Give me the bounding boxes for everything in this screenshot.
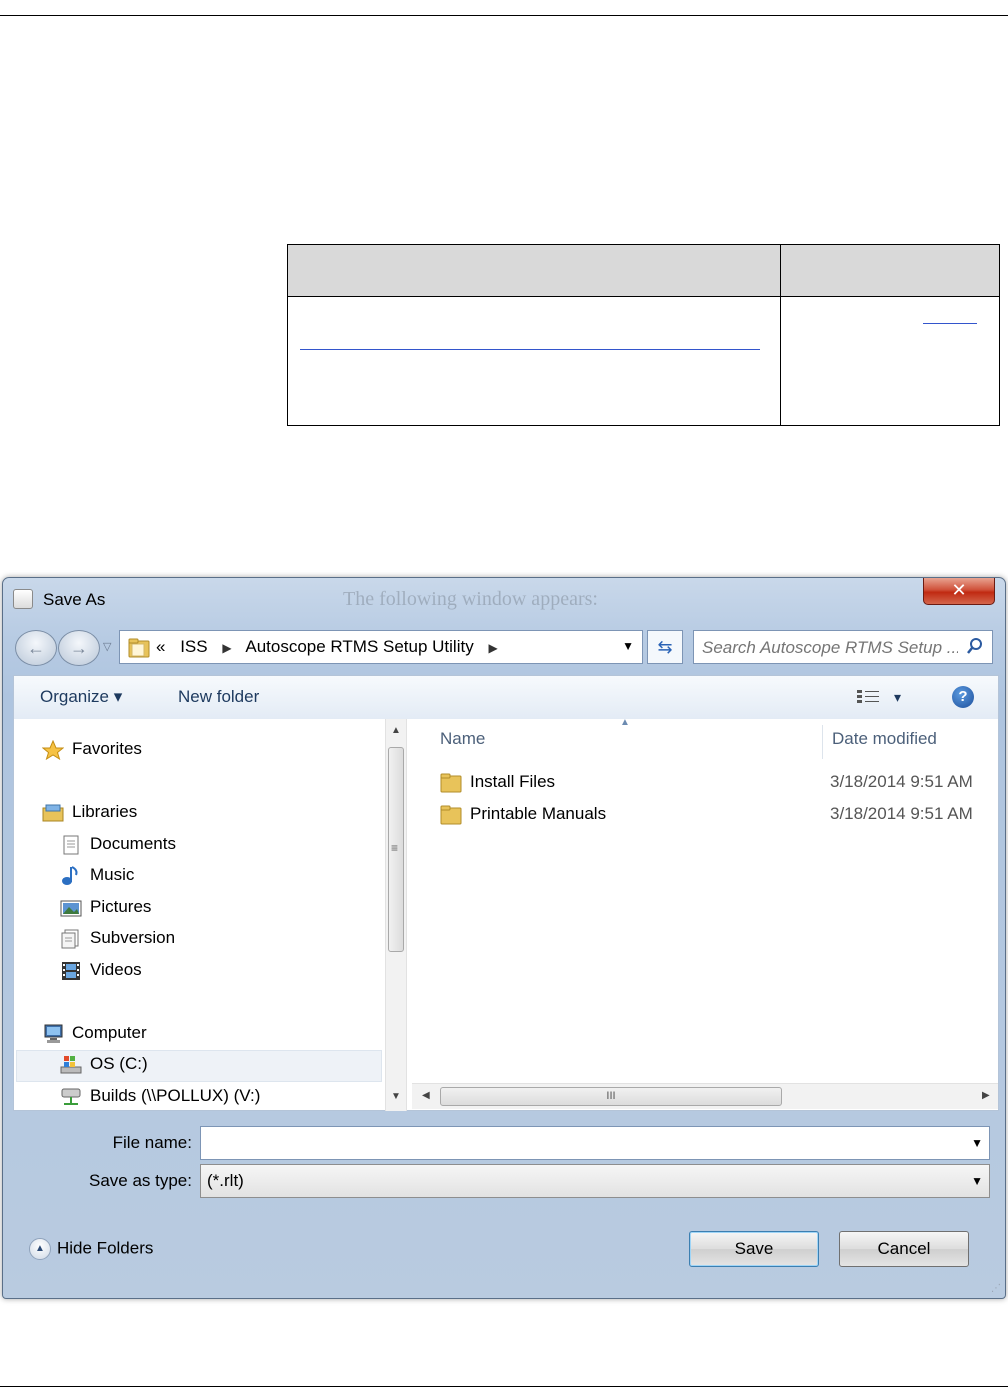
- nav-item-documents[interactable]: Documents: [60, 834, 176, 855]
- save-as-type-label: Save as type:: [88, 1171, 192, 1190]
- save-as-dialog: Save As The following window appears: ✕ …: [2, 577, 1006, 1299]
- file-date: 3/18/2014 9:51 AM: [830, 772, 973, 791]
- view-options-icon[interactable]: [856, 688, 880, 706]
- chevron-down-icon[interactable]: ▼: [622, 639, 634, 653]
- hyperlink-underline[interactable]: [923, 323, 977, 324]
- nav-item-os-drive[interactable]: OS (C:): [60, 1054, 148, 1075]
- nav-item-computer[interactable]: Computer: [42, 1023, 147, 1044]
- chevron-right-icon[interactable]: ▶: [222, 641, 231, 655]
- nav-item-videos[interactable]: Videos: [60, 960, 142, 981]
- top-rule: [0, 15, 1008, 16]
- nav-item-music[interactable]: Music: [60, 865, 134, 886]
- bottom-rule: [0, 1386, 1008, 1387]
- content-area: Favorites Libraries Documents Music Pict…: [13, 717, 999, 1111]
- search-icon[interactable]: [966, 637, 984, 655]
- hyperlink-underline[interactable]: [300, 349, 760, 350]
- hide-folders-button[interactable]: ▲ Hide Folders: [29, 1238, 153, 1260]
- breadcrumb-item-iss[interactable]: ISS: [180, 637, 207, 656]
- organize-button[interactable]: Organize ▾: [40, 687, 122, 707]
- search-box: [693, 630, 993, 664]
- document-table: [287, 244, 1000, 426]
- nav-item-pictures[interactable]: Pictures: [60, 897, 151, 918]
- column-divider[interactable]: [822, 725, 823, 759]
- column-header-date-modified[interactable]: Date modified: [832, 729, 937, 749]
- table-column-divider: [780, 245, 781, 425]
- folder-icon: [440, 805, 462, 825]
- file-name-combobox: ▼: [200, 1126, 990, 1160]
- refresh-button[interactable]: ⇆: [647, 630, 683, 664]
- cancel-button[interactable]: Cancel: [839, 1231, 969, 1267]
- libraries-icon: [42, 804, 64, 822]
- breadcrumb: « ISS ▶ Autoscope RTMS Setup Utility ▶: [156, 637, 508, 657]
- folder-icon: [128, 638, 150, 658]
- list-item[interactable]: Install Files: [440, 772, 555, 793]
- nav-item-favorites[interactable]: Favorites: [42, 739, 142, 760]
- pictures-icon: [60, 900, 82, 917]
- nav-pane-scrollbar[interactable]: ▲ ≡ ▼: [385, 719, 407, 1111]
- documents-icon: [63, 835, 79, 855]
- sort-ascending-icon: ▲: [620, 717, 630, 728]
- save-as-type-select[interactable]: (*.rlt) ▼: [200, 1164, 990, 1198]
- subversion-library-icon: [61, 929, 79, 949]
- forward-button[interactable]: →: [58, 630, 100, 666]
- breadcrumb-item-autoscope[interactable]: Autoscope RTMS Setup Utility: [245, 637, 473, 656]
- file-name-input[interactable]: [207, 1131, 961, 1157]
- title-bar[interactable]: Save As The following window appears: ✕: [3, 578, 1005, 622]
- chevron-down-icon[interactable]: ▼: [971, 1136, 983, 1150]
- address-bar[interactable]: « ISS ▶ Autoscope RTMS Setup Utility ▶ ▼: [119, 630, 643, 664]
- table-header: [288, 245, 999, 297]
- column-header-name[interactable]: Name: [440, 729, 485, 749]
- close-button[interactable]: ✕: [923, 578, 995, 605]
- dialog-title: Save As: [43, 590, 106, 609]
- windows-drive-icon: [60, 1055, 82, 1074]
- search-input[interactable]: [700, 636, 960, 660]
- scroll-grip-icon: ≡: [391, 841, 399, 855]
- file-list-horizontal-scrollbar[interactable]: ◀ III ▶: [412, 1083, 998, 1109]
- window-icon: [13, 589, 33, 609]
- scroll-down-icon[interactable]: ▼: [391, 1091, 401, 1102]
- save-as-type-value: (*.rlt): [207, 1171, 244, 1190]
- help-icon[interactable]: ?: [952, 686, 974, 708]
- new-folder-button[interactable]: New folder: [178, 687, 259, 707]
- file-list: ▲ Name Date modified Install Files 3/18/…: [412, 717, 998, 1111]
- nav-item-network-drive[interactable]: Builds (\\POLLUX) (V:): [60, 1086, 260, 1107]
- scroll-left-icon[interactable]: ◀: [422, 1090, 430, 1101]
- file-date: 3/18/2014 9:51 AM: [830, 804, 973, 823]
- view-dropdown[interactable]: ▾: [894, 689, 901, 706]
- network-drive-icon: [61, 1088, 81, 1105]
- music-note-icon: [62, 865, 78, 885]
- file-name-label: File name:: [112, 1133, 192, 1152]
- back-button[interactable]: ←: [15, 630, 57, 666]
- chevron-right-icon[interactable]: ▶: [488, 641, 497, 655]
- navigation-pane: Favorites Libraries Documents Music Pict…: [14, 719, 384, 1111]
- resize-grip-icon[interactable]: ⋰: [991, 1283, 1001, 1294]
- nav-item-libraries[interactable]: Libraries: [42, 802, 137, 823]
- recent-locations-dropdown-icon[interactable]: ▽: [103, 640, 111, 653]
- nav-item-subversion[interactable]: Subversion: [60, 928, 175, 949]
- film-strip-icon: [62, 961, 80, 980]
- list-item[interactable]: Printable Manuals: [440, 804, 606, 825]
- folder-icon: [440, 773, 462, 793]
- breadcrumb-overflow[interactable]: «: [156, 637, 165, 656]
- scrollbar-thumb[interactable]: III: [440, 1087, 782, 1106]
- scroll-up-icon[interactable]: ▲: [391, 725, 401, 736]
- star-icon: [42, 739, 64, 760]
- chevron-down-icon[interactable]: ▼: [971, 1174, 983, 1188]
- chevron-up-icon: ▲: [29, 1238, 51, 1260]
- scroll-right-icon[interactable]: ▶: [982, 1090, 990, 1101]
- background-ghost-text: The following window appears:: [343, 588, 598, 610]
- computer-icon: [44, 1024, 63, 1043]
- command-toolbar: Organize ▾ New folder ▾ ?: [13, 675, 999, 720]
- save-button[interactable]: Save: [689, 1231, 819, 1267]
